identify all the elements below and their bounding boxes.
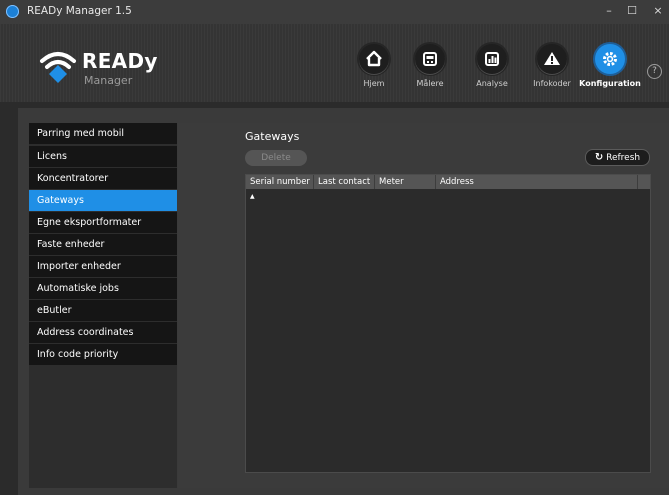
app-icon <box>6 5 19 18</box>
sidebar-item-info-code-priority[interactable]: Info code priority <box>29 344 177 365</box>
delete-button[interactable]: Delete <box>245 150 307 166</box>
column-header-address[interactable]: Address <box>436 175 638 189</box>
column-header-last-contact[interactable]: Last contact <box>314 175 375 189</box>
nav-label: Konfiguration <box>579 79 641 88</box>
sidebar-item-address-coordinates[interactable]: Address coordinates <box>29 322 177 343</box>
sidebar-item-automatiske-jobs[interactable]: Automatiske jobs <box>29 278 177 299</box>
window-title: READy Manager 1.5 <box>27 5 132 17</box>
nav-infokoder[interactable]: Infokoder <box>524 44 580 88</box>
nav-malere[interactable]: Målere <box>402 44 458 88</box>
nav-label: Analyse <box>476 79 508 88</box>
sidebar-item-licens[interactable]: Licens <box>29 146 177 167</box>
brand-name: READy <box>82 49 158 73</box>
nav-konfiguration[interactable]: Konfiguration <box>577 44 643 88</box>
sidebar-item-faste-enheder[interactable]: Faste enheder <box>29 234 177 255</box>
app-header: READy Manager Hjem Målere Analyse Infoko… <box>0 24 669 102</box>
close-button[interactable]: × <box>648 2 668 20</box>
title-bar: READy Manager 1.5 – ☐ × <box>0 0 669 24</box>
sort-asc-icon: ▲ <box>250 193 255 200</box>
sidebar-item-ebutler[interactable]: eButler <box>29 300 177 321</box>
help-button[interactable]: ? <box>647 64 662 79</box>
refresh-label: Refresh <box>606 153 641 163</box>
sidebar-item-gateways[interactable]: Gateways <box>29 190 177 211</box>
wifi-logo-icon <box>40 52 76 83</box>
chart-icon <box>477 44 507 74</box>
column-header-filler <box>638 175 650 189</box>
sidebar-item-eksportformater[interactable]: Egne eksportformater <box>29 212 177 233</box>
refresh-icon: ↻ <box>594 152 604 163</box>
column-label: Serial number <box>250 177 310 187</box>
warning-icon <box>537 44 567 74</box>
gateways-table: Serial number ▲ Last contact Meter Addre… <box>245 174 651 473</box>
column-header-meter[interactable]: Meter <box>375 175 436 189</box>
sidebar: Parring med mobil Licens Koncentratorer … <box>29 123 177 488</box>
refresh-button[interactable]: ↻ Refresh <box>585 149 650 166</box>
column-header-serial[interactable]: Serial number ▲ <box>246 175 314 200</box>
nav-label: Målere <box>416 79 444 88</box>
home-icon <box>359 44 389 74</box>
meter-icon <box>415 44 445 74</box>
minimize-button[interactable]: – <box>599 2 619 20</box>
brand-subtitle: Manager <box>84 74 133 87</box>
nav-label: Hjem <box>363 79 385 88</box>
nav-hjem[interactable]: Hjem <box>346 44 402 88</box>
maximize-button[interactable]: ☐ <box>622 2 642 20</box>
sidebar-item-parring[interactable]: Parring med mobil <box>29 123 177 144</box>
nav-analyse[interactable]: Analyse <box>464 44 520 88</box>
sidebar-item-importer-enheder[interactable]: Importer enheder <box>29 256 177 277</box>
gear-icon <box>595 44 625 74</box>
sidebar-item-koncentratorer[interactable]: Koncentratorer <box>29 168 177 189</box>
page-title: Gateways <box>245 130 300 143</box>
nav-label: Infokoder <box>533 79 571 88</box>
